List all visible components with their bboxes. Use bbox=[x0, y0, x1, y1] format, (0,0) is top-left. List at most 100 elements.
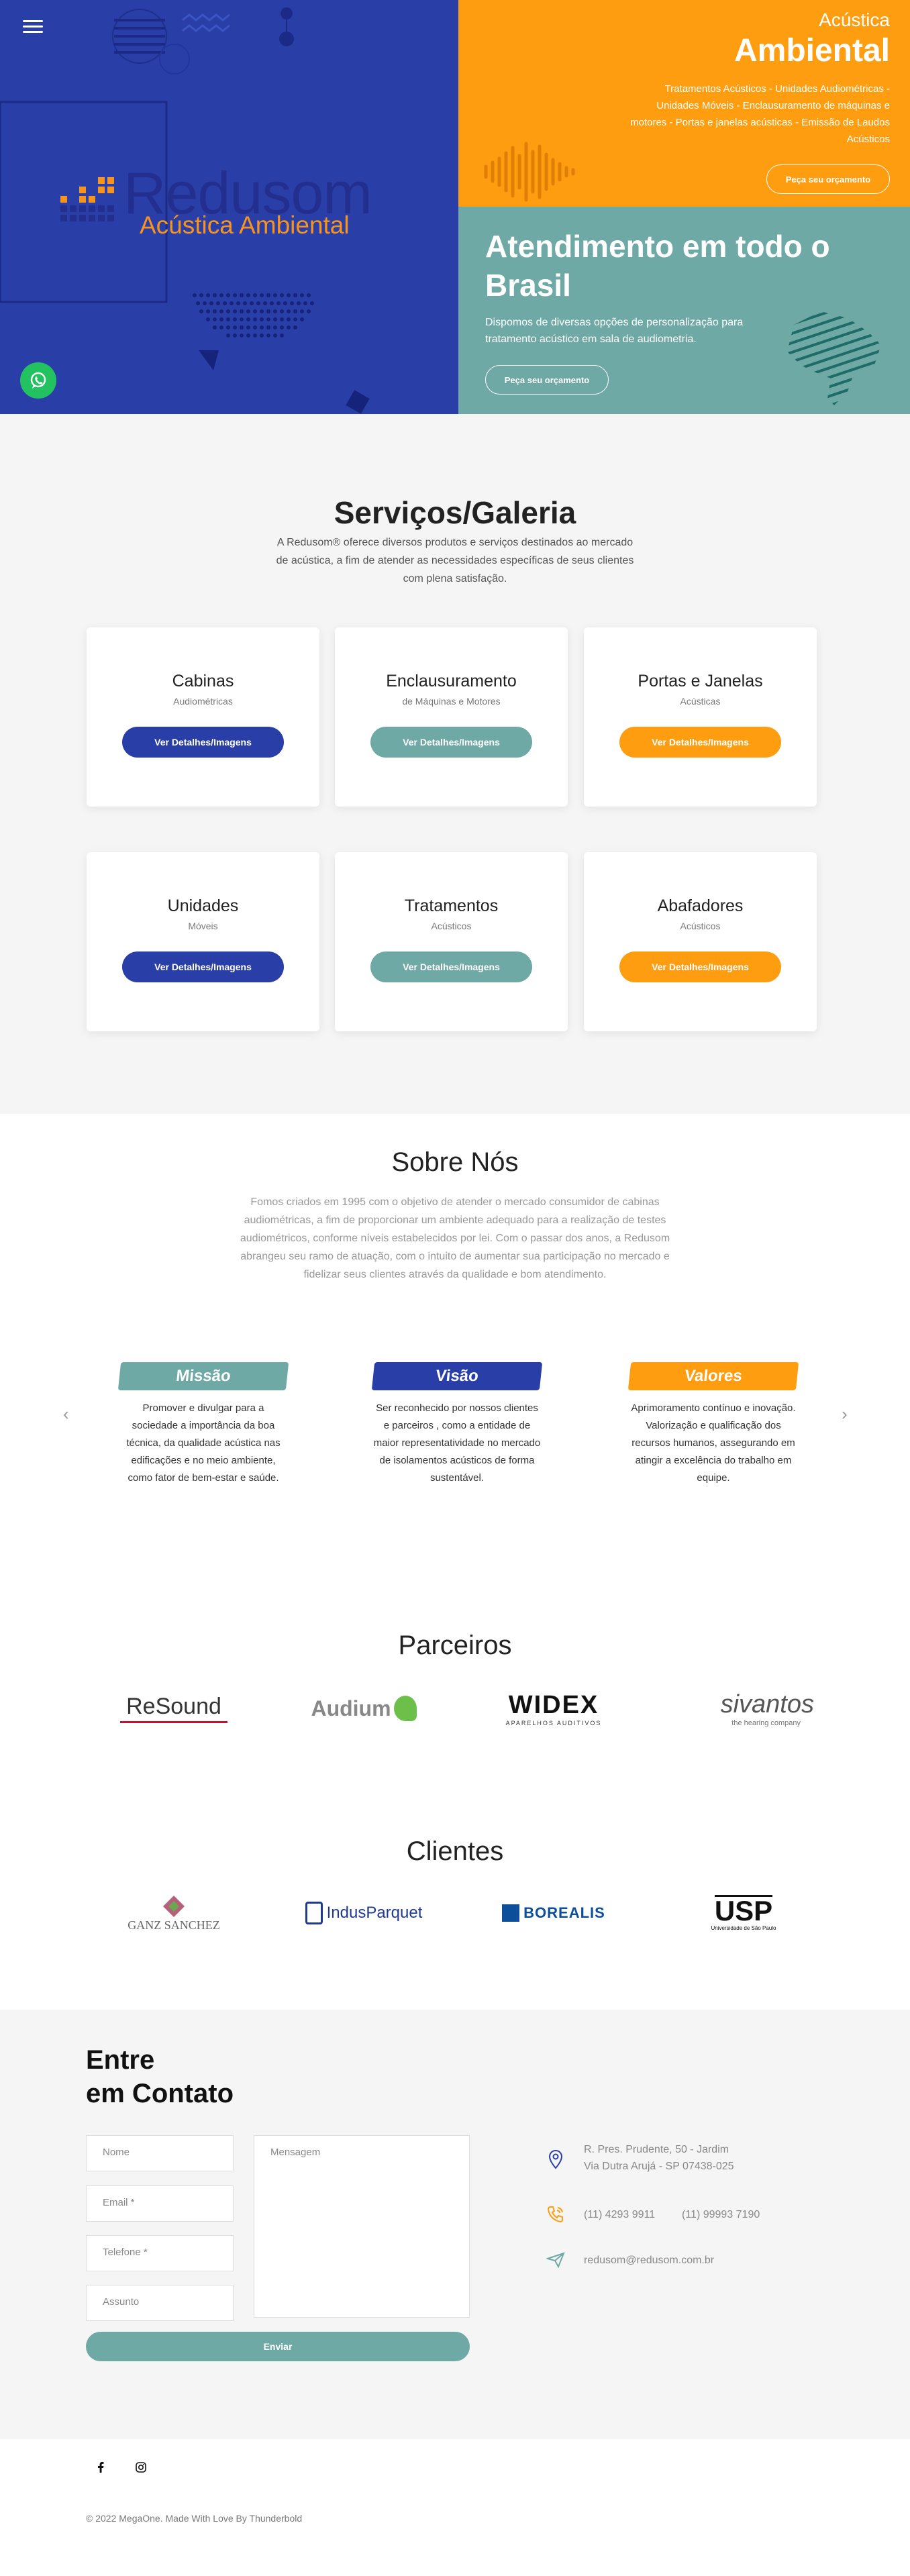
service-card-tratamentos: Tratamentos Acústicos Ver Detalhes/Image… bbox=[335, 852, 568, 1031]
card-title: Unidades bbox=[167, 896, 239, 915]
card-subtitle: Móveis bbox=[188, 921, 218, 931]
card-title: Enclausuramento bbox=[386, 672, 517, 690]
contact-email[interactable]: redusom@redusom.com.br bbox=[584, 2252, 714, 2269]
card-details-button[interactable]: Ver Detalhes/Imagens bbox=[370, 951, 532, 982]
carousel-next-button[interactable]: › bbox=[842, 1404, 848, 1425]
resound-logo[interactable]: ReSound bbox=[103, 1684, 244, 1733]
vision-block: Visão Ser reconhecido por nossos cliente… bbox=[371, 1362, 543, 1487]
hero-brazil-text: Dispomos de diversas opções de personali… bbox=[485, 317, 744, 345]
service-card-unidades: Unidades Móveis Ver Detalhes/Imagens bbox=[87, 852, 319, 1031]
mission-text: Promover e divulgar para a sociedade a i… bbox=[126, 1402, 281, 1484]
mission-title: Missão bbox=[117, 1362, 289, 1390]
card-details-button[interactable]: Ver Detalhes/Imagens bbox=[122, 727, 284, 758]
card-details-button[interactable]: Ver Detalhes/Imagens bbox=[122, 951, 284, 982]
sivantos-tagline: the hearing company bbox=[731, 1718, 801, 1727]
footer: © 2022 MegaOne. Made With Love By Thunde… bbox=[0, 2439, 910, 2576]
send-plane-icon bbox=[546, 2250, 566, 2270]
whatsapp-icon bbox=[30, 372, 46, 389]
logo-mark-icon bbox=[60, 177, 114, 221]
about-section: Sobre Nós Fomos criados em 1995 com o ob… bbox=[0, 1114, 910, 1584]
borealis-wordmark: BOREALIS bbox=[523, 1904, 605, 1921]
clients-logo-row: GANZ SANCHEZ IndusParquet BOREALIS USP U… bbox=[0, 1889, 910, 1943]
card-title: Portas e Janelas bbox=[638, 672, 763, 690]
about-title: Sobre Nós bbox=[391, 1147, 519, 1177]
usp-logo[interactable]: USP Universidade de São Paulo bbox=[673, 1889, 814, 1937]
contact-title: Entre em Contato bbox=[86, 2043, 234, 2110]
contact-phone-1[interactable]: (11) 4293 9911 bbox=[584, 2206, 655, 2223]
widex-tagline: APARELHOS AUDITIVOS bbox=[505, 1719, 602, 1727]
quote-button-top[interactable]: Peça seu orçamento bbox=[766, 164, 890, 194]
partners-title: Parceiros bbox=[398, 1631, 512, 1660]
copyright-text: © 2022 MegaOne. Made With Love By Thunde… bbox=[86, 2513, 303, 2524]
page: Redusom Acústica Ambiental Acústica Ambi… bbox=[0, 0, 910, 2576]
contact-title-line2: em Contato bbox=[86, 2079, 234, 2108]
service-card-portas-janelas: Portas e Janelas Acústicas Ver Detalhes/… bbox=[584, 627, 817, 807]
indusparquet-wordmark: IndusParquet bbox=[326, 1904, 423, 1922]
ganz-sanchez-wordmark: GANZ SANCHEZ bbox=[128, 1918, 220, 1932]
soundwave-icon bbox=[484, 142, 575, 202]
borealis-logo[interactable]: BOREALIS bbox=[483, 1889, 624, 1937]
indusparquet-logo[interactable]: IndusParquet bbox=[293, 1889, 434, 1937]
card-subtitle: Acústicos bbox=[431, 921, 472, 931]
menu-hamburger-icon[interactable] bbox=[23, 20, 43, 35]
clients-section: Clientes GANZ SANCHEZ IndusParquet BOREA… bbox=[0, 1788, 910, 2010]
message-field[interactable]: Mensagem bbox=[254, 2135, 470, 2318]
name-field[interactable]: Nome bbox=[86, 2135, 234, 2171]
hero-left-panel: Redusom Acústica Ambiental bbox=[0, 0, 458, 414]
partners-section: Parceiros ReSound Audium WIDEX APARELHOS… bbox=[0, 1584, 910, 1788]
service-card-abafadores: Abafadores Acústicos Ver Detalhes/Imagen… bbox=[584, 852, 817, 1031]
audium-logo[interactable]: Audium bbox=[293, 1684, 434, 1733]
redusom-logo[interactable]: Redusom Acústica Ambiental bbox=[59, 162, 372, 243]
contact-section: Entre em Contato Nome Email * Telefone *… bbox=[0, 2010, 910, 2439]
mission-block: Missão Promover e divulgar para a socied… bbox=[117, 1362, 289, 1487]
quote-button-bottom[interactable]: Peça seu orçamento bbox=[485, 365, 609, 395]
card-subtitle: Acústicas bbox=[680, 696, 721, 707]
location-pin-icon bbox=[546, 2149, 566, 2169]
usp-wordmark: USP bbox=[714, 1895, 773, 1926]
service-card-enclausuramento: Enclausuramento de Máquinas e Motores Ve… bbox=[335, 627, 568, 807]
card-subtitle: Acústicos bbox=[680, 921, 721, 931]
card-details-button[interactable]: Ver Detalhes/Imagens bbox=[619, 951, 781, 982]
ganz-sanchez-mark-icon bbox=[163, 1895, 185, 1917]
widex-wordmark: WIDEX bbox=[508, 1690, 599, 1719]
values-block: Valores Aprimoramento contínuo e inovaçã… bbox=[627, 1362, 799, 1487]
about-description: Fomos criados em 1995 com o objetivo de … bbox=[240, 1196, 670, 1280]
hero-section: Redusom Acústica Ambiental Acústica Ambi… bbox=[0, 0, 910, 414]
facebook-icon[interactable] bbox=[93, 2459, 109, 2475]
vision-text: Ser reconhecido por nossos clientes e pa… bbox=[373, 1402, 541, 1484]
whatsapp-button[interactable] bbox=[20, 362, 56, 399]
logo-subtitle: Acústica Ambiental bbox=[140, 211, 350, 239]
resound-wordmark: ReSound bbox=[126, 1694, 221, 1719]
ganz-sanchez-logo[interactable]: GANZ SANCHEZ bbox=[103, 1889, 244, 1937]
contact-address: R. Pres. Prudente, 50 - Jardim Via Dutra… bbox=[584, 2144, 734, 2172]
hero-title-bold: Ambiental bbox=[734, 33, 890, 68]
clients-title: Clientes bbox=[406, 1837, 504, 1866]
services-section: Serviços/Galeria A Redusom® oferece dive… bbox=[0, 414, 910, 1114]
vision-title: Visão bbox=[371, 1362, 543, 1390]
instagram-icon[interactable] bbox=[133, 2459, 149, 2475]
hero-services-text: Tratamentos Acústicos - Unidades Audiomé… bbox=[630, 83, 890, 145]
email-field[interactable]: Email * bbox=[86, 2185, 234, 2222]
card-details-button[interactable]: Ver Detalhes/Imagens bbox=[619, 727, 781, 758]
contact-phone-2[interactable]: (11) 99993 7190 bbox=[682, 2206, 760, 2223]
sivantos-logo[interactable]: sivantos the hearing company bbox=[673, 1684, 814, 1733]
brazil-map-icon bbox=[787, 311, 881, 405]
services-description: A Redusom® oferece diversos produtos e s… bbox=[276, 537, 634, 584]
card-subtitle: Audiométricas bbox=[173, 696, 233, 707]
phone-field[interactable]: Telefone * bbox=[86, 2235, 234, 2271]
borealis-mark-icon bbox=[502, 1904, 520, 1922]
services-title: Serviços/Galeria bbox=[334, 495, 576, 530]
widex-logo[interactable]: WIDEX APARELHOS AUDITIVOS bbox=[483, 1684, 624, 1733]
card-title: Tratamentos bbox=[404, 896, 499, 915]
carousel-prev-button[interactable]: ‹ bbox=[63, 1404, 69, 1425]
values-text: Aprimoramento contínuo e inovação. Valor… bbox=[631, 1402, 796, 1484]
card-subtitle: de Máquinas e Motores bbox=[402, 696, 501, 707]
hero-title-light: Acústica bbox=[819, 9, 890, 30]
values-title: Valores bbox=[627, 1362, 799, 1390]
card-details-button[interactable]: Ver Detalhes/Imagens bbox=[370, 727, 532, 758]
hero-right-top-panel: Acústica Ambiental Tratamentos Acústicos… bbox=[458, 0, 910, 207]
audium-mark-icon bbox=[393, 1696, 417, 1721]
contact-title-line1: Entre bbox=[86, 2045, 155, 2075]
send-button[interactable]: Enviar bbox=[86, 2332, 470, 2361]
subject-field[interactable]: Assunto bbox=[86, 2285, 234, 2321]
